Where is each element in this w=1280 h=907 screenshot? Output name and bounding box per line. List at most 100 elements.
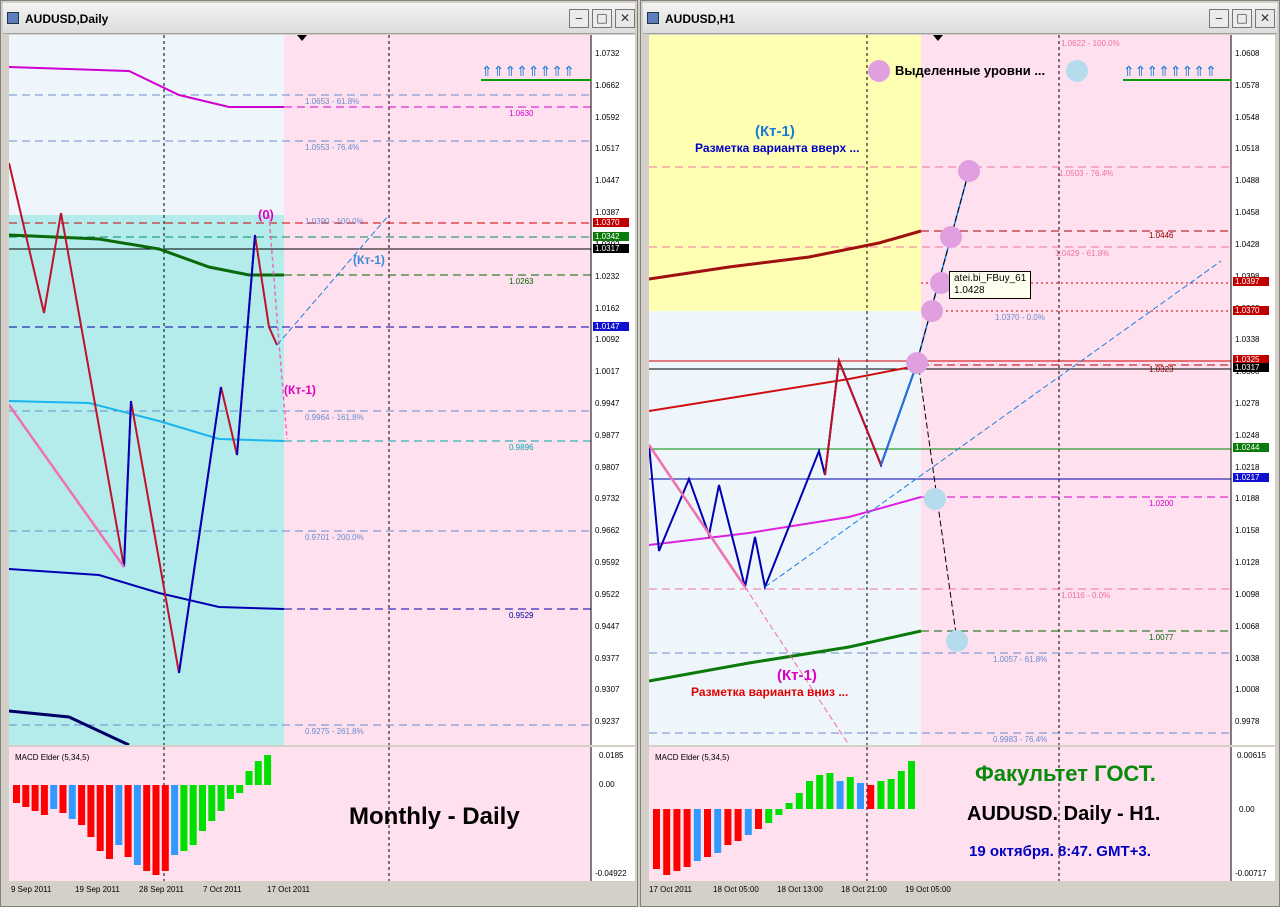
fibo-label: 1.0263 (509, 277, 534, 286)
right-price-tags: 1.0397 1.0370 1.0325 1.0317 1.0244 1.0217 (1233, 35, 1273, 745)
macd-bar (87, 785, 95, 837)
left-time-axis: 9 Sep 2011 19 Sep 2011 28 Sep 2011 7 Oct… (11, 885, 310, 894)
macd-bar (887, 779, 895, 809)
macd-bar (180, 785, 188, 851)
close-button[interactable]: ✕ (615, 9, 635, 28)
fibo-label: 1.0200 (1149, 499, 1174, 508)
macd-bar (693, 809, 701, 861)
highlighted-levels-text: Выделенные уровни ... (895, 63, 1046, 78)
fibo-label: 1.0077 (1149, 633, 1174, 642)
macd-bar (152, 785, 160, 875)
left-macd-bottom: -0.04922 (595, 869, 627, 878)
fibo-label: 1.0370 - 0.0% (995, 313, 1045, 322)
pair-text: AUDUSD. Daily - H1. (967, 803, 1161, 825)
fibo-label: 0.9896 (509, 443, 534, 452)
macd-bar (663, 809, 671, 875)
left-macd-top: 0.0185 (599, 751, 624, 760)
right-titlebar[interactable]: AUDUSD,H1 ‒ □ ✕ (643, 3, 1277, 34)
macd-bar (867, 785, 875, 809)
macd-bar (704, 809, 711, 857)
kt1-down-annotation: (Кт-1) (284, 383, 316, 397)
macd-bar (78, 785, 86, 825)
macd-bar (13, 785, 20, 803)
chart-window-icon (647, 12, 659, 24)
left-titlebar[interactable]: AUDUSD,Daily ‒ □ ✕ (3, 3, 635, 34)
down-variant-caption: Разметка варианта вниз ... (691, 685, 849, 699)
left-chart-window[interactable]: AUDUSD,Daily ‒ □ ✕ 1.0732 1.0662 1.0592 … (0, 0, 638, 907)
macd-bar (226, 785, 234, 799)
minimize-button[interactable]: ‒ (1209, 9, 1229, 28)
price-tag: 1.0317 (1233, 363, 1269, 372)
fibo-label: 1.0116 - 0.0% (1061, 591, 1111, 600)
macd-bar (161, 785, 169, 871)
right-price-chart[interactable]: 1.0608 1.0578 1.0548 1.0518 1.0488 1.0458 1.04… (649, 35, 1275, 745)
macd-bar (795, 793, 803, 809)
price-tag: 1.0397 (1233, 277, 1269, 286)
macd-bar (765, 809, 773, 823)
macd-bar (775, 809, 783, 815)
price-tag: 1.0147 (593, 322, 629, 331)
macd-bar (734, 809, 742, 841)
macd-bar (857, 783, 864, 809)
price-tag: 1.0217 (1233, 473, 1269, 482)
maximize-button[interactable]: □ (592, 9, 612, 28)
chart-window-icon (7, 12, 19, 24)
up-arrows-icon: ⇑⇑⇑⇑⇑⇑⇑⇑ (481, 63, 591, 81)
fibo-label: 1.0057 - 61.8% (993, 655, 1048, 664)
kt1-up-annotation: (Кт-1) (353, 253, 385, 267)
left-price-tags: 1.0370 1.0342 1.0317 1.0147 (593, 35, 633, 745)
faculty-text: Факультет ГОСТ. (975, 761, 1156, 786)
fibo-label: 1.0553 - 76.4% (305, 143, 360, 152)
macd-bar (22, 785, 30, 807)
fibo-label: 1.0429 - 61.8% (1055, 249, 1110, 258)
right-window-title: AUDUSD,H1 (665, 12, 736, 26)
macd-bar (836, 781, 844, 809)
macd-bar (106, 785, 113, 859)
macd-bar (208, 785, 216, 821)
maximize-button[interactable]: □ (1232, 9, 1252, 28)
up-arrows-icon: ⇑⇑⇑⇑⇑⇑⇑⇑ (1123, 63, 1231, 81)
macd-bar (714, 809, 722, 853)
fibo-label: 1.0503 - 76.4% (1059, 169, 1114, 178)
minimize-button[interactable]: ‒ (569, 9, 589, 28)
right-macd-top: 0.00615 (1237, 751, 1266, 760)
fibo-label: 1.0622 - 100.0% (1061, 39, 1120, 48)
tooltip-name: atei.bi_FBuy_61 (954, 273, 1027, 284)
right-macd-zero: 0.00 (1239, 805, 1255, 814)
fibo-label: 0.9701 - 200.0% (305, 533, 364, 542)
date-text: 19 октября. 8:47. GMT+3. (969, 843, 1151, 860)
macd-bar (826, 773, 834, 809)
macd-bar (245, 771, 253, 785)
macd-bar (816, 775, 824, 809)
left-macd-zero: 0.00 (599, 780, 615, 789)
right-macd-svg (649, 747, 1232, 881)
fibo-label: 0.9964 - 161.8% (305, 413, 364, 422)
kt1-down-label: (Кт-1) (777, 667, 817, 684)
macd-bar (683, 809, 691, 867)
right-macd-panel[interactable]: MACD Elder (5,34,5) 0.00615 0.00 -0.0071… (649, 747, 1275, 881)
right-time-axis: 17 Oct 2011 18 Oct 05:00 18 Oct 13:00 18… (649, 885, 951, 894)
macd-bar (40, 785, 48, 815)
macd-bar (673, 809, 681, 871)
macd-bar (199, 785, 206, 831)
close-button[interactable]: ✕ (1255, 9, 1275, 28)
fibo-label: 1.0653 - 61.8% (305, 97, 360, 106)
macd-bar (897, 771, 905, 809)
fibo-label: 0.9275 - 261.8% (305, 727, 364, 736)
macd-bar (68, 785, 76, 819)
indicator-tooltip: atei.bi_FBuy_61 1.0428 (949, 271, 1032, 299)
fibo-label: 1.0630 (509, 109, 534, 118)
right-macd-bottom: -0.00717 (1235, 869, 1267, 878)
price-tag: 1.0370 (593, 218, 629, 227)
fibo-label: 1.0446 (1149, 231, 1174, 240)
macd-bar (171, 785, 179, 855)
macd-bar (31, 785, 39, 811)
right-chart-window[interactable]: AUDUSD,H1 ‒ □ ✕ 1.0608 1.0578 1.0548 1.0… (640, 0, 1280, 907)
left-price-svg (9, 35, 592, 745)
price-tag: 1.0342 (593, 232, 629, 241)
macd-bar (744, 809, 752, 835)
left-macd-panel[interactable]: MACD Elder (5,34,5) 0.0185 0.00 -0.04922… (9, 747, 635, 881)
left-price-chart[interactable]: 1.07321.06621.05921.05171.04471.03871.03… (9, 35, 635, 745)
macd-bar (59, 785, 67, 813)
macd-bar (124, 785, 132, 857)
